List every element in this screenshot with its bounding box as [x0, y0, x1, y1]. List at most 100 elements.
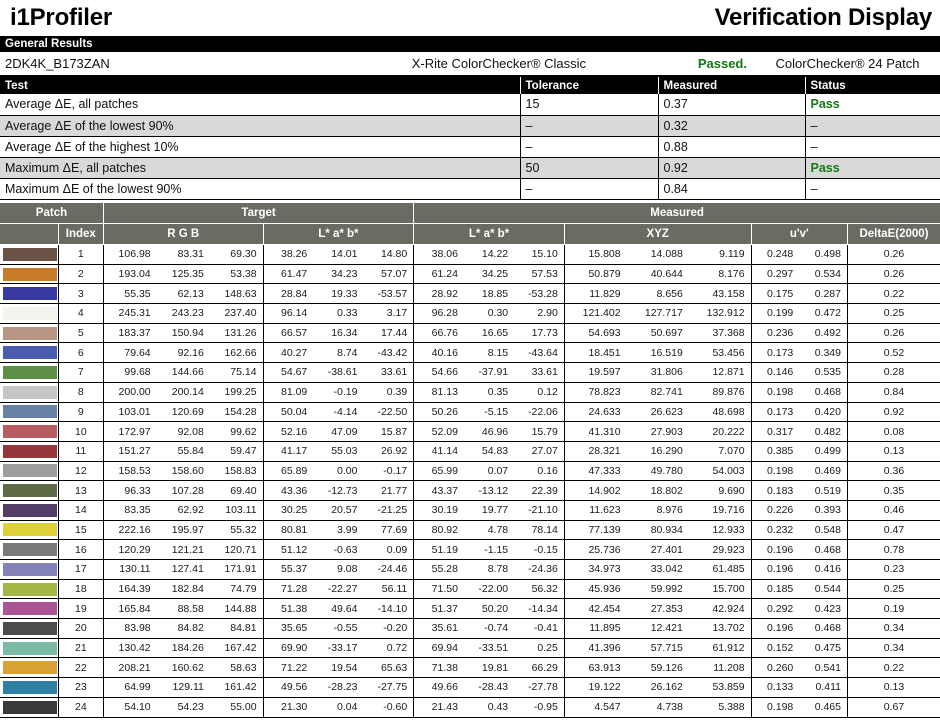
- measured-uv-value: 0.423: [799, 598, 848, 620]
- patch-index: 12: [58, 461, 104, 482]
- target-lab-value: -24.46: [363, 559, 415, 580]
- target-lab-value: 41.17: [263, 441, 314, 462]
- target-lab-value: 49.64: [313, 598, 364, 620]
- column-header-test: Test: [0, 77, 521, 94]
- target-lab-value: 77.69: [363, 520, 415, 541]
- measured-xyz-value: 53.456: [688, 342, 752, 364]
- target-lab-value: 21.30: [263, 697, 314, 718]
- target-rgb-value: 144.88: [209, 598, 264, 620]
- measured-xyz-value: 132.912: [688, 303, 752, 324]
- patch-index: 7: [58, 362, 104, 383]
- measured-uv-value: 0.173: [751, 342, 800, 364]
- measured-uv-value: 0.260: [751, 657, 800, 679]
- measured-lab-value: 61.24: [413, 264, 464, 285]
- delta-e-value: 0.22: [847, 657, 940, 679]
- group-header-patch: Patch: [0, 202, 104, 224]
- measured-uv-value: 0.482: [799, 421, 848, 442]
- measured-xyz-value: 8.176: [688, 264, 752, 285]
- measured-xyz-value: 19.122: [564, 677, 627, 698]
- measured-xyz-value: 80.934: [626, 520, 689, 541]
- measured-xyz-value: 18.802: [626, 480, 689, 501]
- measured-uv-value: 0.420: [799, 402, 848, 423]
- measured-lab-value: 15.10: [514, 244, 565, 265]
- measured-lab-value: 49.66: [413, 677, 464, 698]
- patch-color-swatch-cell: [0, 579, 59, 600]
- delta-e-value: 0.78: [847, 539, 940, 560]
- target-rgb-value: 151.27: [103, 441, 157, 462]
- test-status: –: [805, 115, 940, 137]
- target-rgb-value: 88.58: [156, 598, 210, 620]
- measured-uv-value: 0.152: [751, 638, 800, 659]
- target-rgb-value: 54.23: [156, 697, 210, 718]
- measured-lab-value: 56.32: [514, 579, 565, 600]
- measured-uv-value: 0.248: [751, 244, 800, 265]
- measured-uv-value: 0.196: [751, 539, 800, 560]
- target-rgb-value: 193.04: [103, 264, 157, 285]
- target-rgb-value: 55.84: [156, 441, 210, 462]
- table-row: 19 165.84 88.58 144.88 51.38 49.64 -14.10 51.37…: [0, 598, 940, 620]
- measured-uv-value: 0.198: [751, 697, 800, 718]
- target-rgb-value: 62.13: [156, 283, 210, 305]
- measured-lab-value: 65.99: [413, 461, 464, 482]
- patch-index: 16: [58, 539, 104, 560]
- patch-color-swatch: [3, 306, 57, 320]
- patch-color-swatch: [3, 602, 57, 616]
- measured-uv-value: 0.297: [751, 264, 800, 285]
- measured-xyz-value: 19.716: [688, 500, 752, 521]
- test-measured: 0.84: [658, 178, 806, 200]
- patch-index: 11: [58, 441, 104, 462]
- target-lab-value: 26.92: [363, 441, 415, 462]
- test-measured: 0.92: [658, 157, 806, 179]
- target-lab-value: 61.47: [263, 264, 314, 285]
- patch-index: 4: [58, 303, 104, 324]
- target-lab-value: -0.17: [363, 461, 415, 482]
- measured-lab-value: 16.65: [463, 323, 515, 344]
- delta-e-value: 0.26: [847, 264, 940, 285]
- test-status: –: [805, 178, 940, 200]
- measured-lab-value: 50.26: [413, 402, 464, 423]
- target-rgb-value: 53.38: [209, 264, 264, 285]
- measured-xyz-value: 8.656: [626, 283, 689, 305]
- measured-uv-value: 0.196: [751, 559, 800, 580]
- target-lab-value: 14.80: [363, 244, 415, 265]
- patch-color-swatch: [3, 267, 57, 281]
- target-rgb-value: 222.16: [103, 520, 157, 541]
- table-row: 23 64.99 129.11 161.42 49.56 -28.23 -27.75 49.6…: [0, 677, 940, 698]
- measured-xyz-value: 9.119: [688, 244, 752, 265]
- column-header-measured-lab: L* a* b*: [413, 223, 565, 245]
- patch-color-swatch: [3, 425, 57, 439]
- measured-xyz-value: 9.690: [688, 480, 752, 501]
- measured-lab-value: 0.16: [514, 461, 565, 482]
- target-lab-value: 14.01: [313, 244, 364, 265]
- table-row: Average ΔE of the highest 10% – 0.88 –: [0, 136, 940, 158]
- target-lab-value: -14.10: [363, 598, 415, 620]
- target-lab-value: -0.19: [313, 382, 364, 403]
- target-rgb-value: 75.14: [209, 362, 264, 383]
- target-rgb-value: 195.97: [156, 520, 210, 541]
- measured-lab-value: -14.34: [514, 598, 565, 620]
- measured-lab-value: -33.51: [463, 638, 515, 659]
- target-lab-value: 34.23: [313, 264, 364, 285]
- patch-color-swatch-cell: [0, 283, 59, 305]
- table-row: Average ΔE, all patches 15 0.37 Pass: [0, 94, 940, 116]
- target-rgb-value: 69.40: [209, 480, 264, 501]
- measured-xyz-value: 82.741: [626, 382, 689, 403]
- measured-uv-value: 0.544: [799, 579, 848, 600]
- measured-uv-value: 0.519: [799, 480, 848, 501]
- measured-lab-value: 2.90: [514, 303, 565, 324]
- target-rgb-value: 62.92: [156, 500, 210, 521]
- measured-xyz-value: 59.992: [626, 579, 689, 600]
- measured-xyz-value: 8.976: [626, 500, 689, 521]
- measured-xyz-value: 50.879: [564, 264, 627, 285]
- patch-index: 9: [58, 402, 104, 423]
- target-lab-value: 49.56: [263, 677, 314, 698]
- target-lab-value: -27.75: [363, 677, 415, 698]
- measured-lab-value: 51.19: [413, 539, 464, 560]
- measured-xyz-value: 12.933: [688, 520, 752, 541]
- measured-lab-value: -27.78: [514, 677, 565, 698]
- target-lab-value: 51.38: [263, 598, 314, 620]
- target-lab-value: -0.60: [363, 697, 415, 718]
- measured-xyz-value: 19.597: [564, 362, 627, 383]
- target-rgb-value: 55.35: [103, 283, 157, 305]
- measured-uv-value: 0.472: [799, 303, 848, 324]
